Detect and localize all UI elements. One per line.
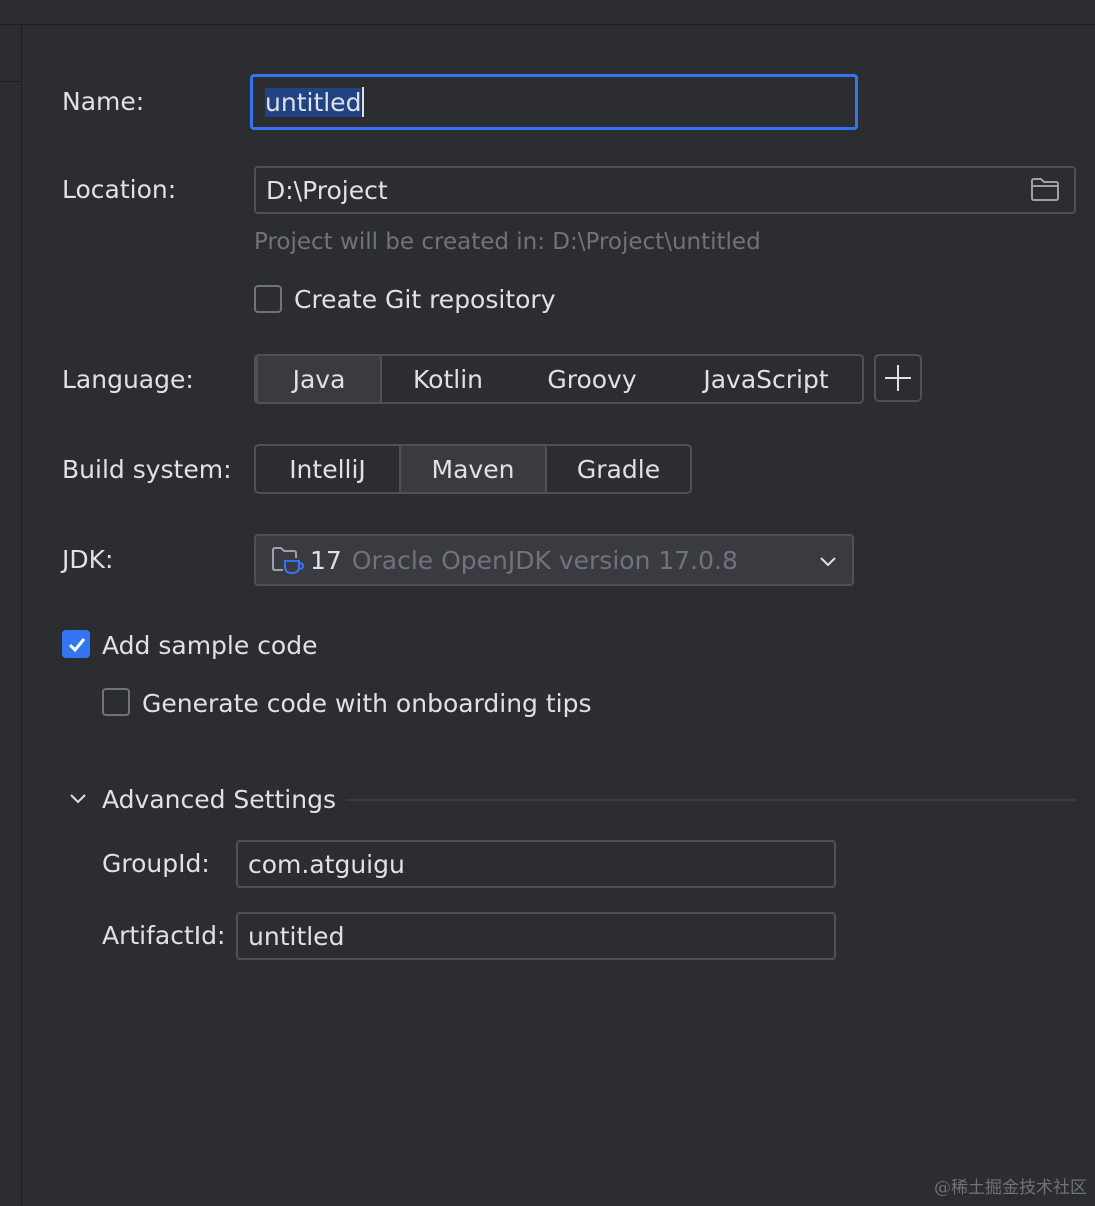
jdk-folder-icon bbox=[272, 547, 304, 575]
location-hint: Project will be created in: D:\Project\u… bbox=[254, 229, 761, 255]
language-segmented-control: Java Kotlin Groovy JavaScript bbox=[254, 354, 864, 404]
chevron-down-icon[interactable] bbox=[68, 792, 88, 806]
watermark: @稀土掘金技术社区 bbox=[934, 1178, 1087, 1198]
jdk-version: 17 bbox=[310, 545, 342, 575]
add-language-button[interactable] bbox=[874, 354, 922, 402]
left-sidebar bbox=[0, 25, 22, 1206]
language-option-java[interactable]: Java bbox=[256, 356, 382, 402]
build-option-gradle[interactable]: Gradle bbox=[547, 446, 690, 492]
artifact-id-input[interactable]: untitled bbox=[236, 912, 836, 960]
name-input-value: untitled bbox=[265, 87, 362, 117]
language-option-javascript[interactable]: JavaScript bbox=[670, 356, 862, 402]
artifact-id-label: ArtifactId: bbox=[102, 921, 226, 950]
build-system-label: Build system: bbox=[62, 455, 232, 484]
location-input-value: D:\Project bbox=[266, 175, 388, 205]
group-id-label: GroupId: bbox=[102, 849, 210, 878]
location-input[interactable]: D:\Project bbox=[254, 166, 1076, 214]
folder-icon[interactable] bbox=[1030, 176, 1060, 202]
build-option-intellij[interactable]: IntelliJ bbox=[256, 446, 399, 492]
onboarding-checkbox[interactable] bbox=[102, 688, 130, 716]
git-checkbox[interactable] bbox=[254, 285, 282, 313]
language-label: Language: bbox=[62, 365, 194, 394]
name-label: Name: bbox=[62, 87, 145, 116]
section-divider bbox=[346, 799, 1076, 801]
git-label: Create Git repository bbox=[294, 285, 556, 314]
build-option-maven[interactable]: Maven bbox=[399, 446, 547, 492]
name-input[interactable]: untitled bbox=[250, 74, 858, 130]
group-id-input[interactable]: com.atguigu bbox=[236, 840, 836, 888]
group-id-value: com.atguigu bbox=[248, 849, 405, 879]
sidebar-selected-item[interactable] bbox=[0, 25, 21, 82]
plus-icon bbox=[885, 365, 911, 391]
text-caret bbox=[362, 87, 365, 117]
advanced-settings-title[interactable]: Advanced Settings bbox=[102, 787, 336, 812]
sample-code-label: Add sample code bbox=[102, 631, 318, 660]
artifact-id-value: untitled bbox=[248, 921, 345, 951]
checkmark-icon bbox=[68, 638, 86, 653]
window-top-bar bbox=[0, 0, 1095, 25]
jdk-description: Oracle OpenJDK version 17.0.8 bbox=[351, 545, 738, 575]
jdk-dropdown[interactable]: 17 Oracle OpenJDK version 17.0.8 bbox=[254, 534, 854, 586]
language-option-groovy[interactable]: Groovy bbox=[514, 356, 670, 402]
sample-code-checkbox[interactable] bbox=[62, 630, 90, 658]
chevron-down-icon bbox=[820, 557, 836, 567]
jdk-label: JDK: bbox=[62, 545, 114, 574]
onboarding-label: Generate code with onboarding tips bbox=[142, 689, 592, 718]
language-option-kotlin[interactable]: Kotlin bbox=[382, 356, 514, 402]
build-system-segmented-control: IntelliJ Maven Gradle bbox=[254, 444, 692, 494]
location-label: Location: bbox=[62, 175, 177, 204]
